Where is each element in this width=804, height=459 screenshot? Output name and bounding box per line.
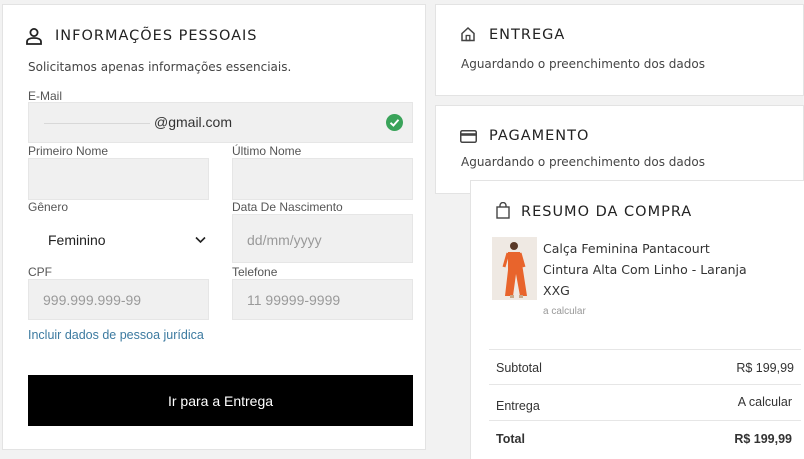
personal-info-panel: INFORMAÇÕES PESSOAIS Solicitamos apenas … (2, 4, 426, 450)
delivery-status: Aguardando o preenchimento dos dados (461, 57, 705, 71)
birth-date-label: Data De Nascimento (232, 200, 343, 214)
birth-date-field[interactable]: dd/mm/yyyy (232, 214, 413, 263)
total-label: Total (496, 432, 525, 446)
product-name-line2: Cintura Alta Com Linho - Laranja (543, 262, 747, 277)
gender-select[interactable]: Feminino (28, 215, 209, 264)
product-thumbnail[interactable] (492, 237, 537, 300)
product-size: XXG (543, 283, 570, 298)
order-summary-panel: RESUMO DA COMPRA Calça Feminina Pantacou… (470, 180, 804, 459)
birth-date-placeholder: dd/mm/yyyy (247, 232, 322, 248)
home-icon (461, 26, 475, 42)
user-icon (26, 28, 42, 45)
first-name-label: Primeiro Nome (28, 144, 109, 158)
last-name-field[interactable] (232, 158, 413, 200)
payment-status: Aguardando o preenchimento dos dados (461, 155, 705, 169)
gender-label: Gênero (28, 200, 69, 214)
gender-value: Feminino (48, 232, 106, 248)
email-redacted-underline (44, 123, 150, 124)
product-image (502, 242, 527, 298)
email-label: E-Mail (28, 89, 63, 103)
personal-info-subtitle: Solicitamos apenas informações essenciai… (28, 60, 292, 74)
personal-info-title: INFORMAÇÕES PESSOAIS (55, 28, 258, 44)
first-name-field[interactable] (28, 158, 209, 200)
payment-title: PAGAMENTO (489, 128, 590, 144)
delivery-cost-row: Entrega A calcular (489, 384, 801, 419)
company-data-link[interactable]: Incluir dados de pessoa jurídica (28, 328, 204, 342)
chevron-down-icon (195, 236, 206, 244)
product-name-line1: Calça Feminina Pantacourt (543, 241, 710, 256)
go-to-delivery-button[interactable]: Ir para a Entrega (28, 375, 413, 426)
email-field[interactable]: @gmail.com (28, 102, 413, 143)
email-value: @gmail.com (154, 114, 233, 130)
last-name-label: Último Nome (232, 144, 302, 158)
delivery-cost-value: A calcular (737, 395, 792, 409)
delivery-panel[interactable]: ENTREGA Aguardando o preenchimento dos d… (435, 4, 804, 96)
product-shipping-note: a calcular (543, 306, 586, 317)
cpf-field[interactable]: 999.999.999-99 (28, 279, 209, 320)
check-circle-icon (386, 114, 403, 131)
delivery-cost-label: Entrega (496, 399, 540, 413)
delivery-title: ENTREGA (489, 27, 566, 43)
total-value: R$ 199,99 (734, 432, 792, 446)
cpf-placeholder: 999.999.999-99 (43, 292, 142, 308)
phone-field[interactable]: 11 99999-9999 (232, 279, 413, 320)
phone-placeholder: 11 99999-9999 (247, 292, 341, 308)
subtotal-row: Subtotal R$ 199,99 (489, 349, 801, 384)
order-summary-title: RESUMO DA COMPRA (521, 204, 693, 220)
cpf-label: CPF (28, 265, 52, 279)
credit-card-icon (460, 130, 477, 143)
phone-label: Telefone (232, 265, 278, 279)
subtotal-label: Subtotal (496, 361, 542, 375)
subtotal-value: R$ 199,99 (736, 361, 794, 375)
shopping-bag-icon (496, 202, 510, 219)
total-row: Total R$ 199,99 (489, 420, 801, 455)
